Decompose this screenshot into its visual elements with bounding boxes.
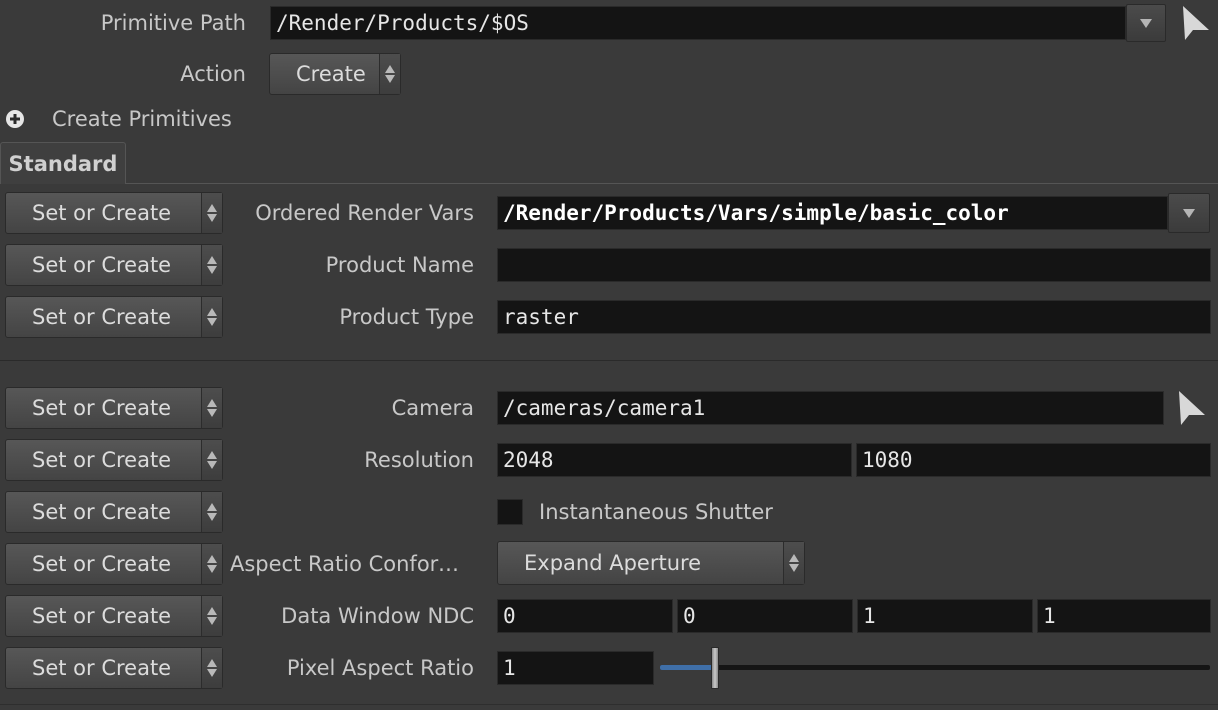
set-or-create-menu[interactable]: Set or Create (5, 387, 223, 429)
aspect-ratio-conform-value: Expand Aperture (524, 551, 702, 575)
pointer-arrow-icon[interactable] (1176, 389, 1208, 432)
section-divider (0, 360, 1218, 361)
action-value: Create (296, 62, 366, 86)
pixel-aspect-ratio-label: Pixel Aspect Ratio (286, 656, 474, 680)
resolution-height-input[interactable]: 1080 (856, 443, 1211, 477)
updown-arrows-icon (201, 648, 222, 688)
product-name-input[interactable] (497, 248, 1211, 282)
pixel-aspect-ratio-slider-handle[interactable] (711, 647, 719, 689)
set-or-create-menu[interactable]: Set or Create (5, 595, 223, 637)
product-type-input[interactable]: raster (497, 300, 1211, 334)
pixel-aspect-ratio-slider-fill (660, 665, 715, 670)
updown-arrows-icon (201, 440, 222, 480)
data-window-ndc-label: Data Window NDC (281, 604, 474, 628)
primitive-path-input[interactable]: /Render/Products/$OS (270, 6, 1126, 40)
updown-arrows-icon (783, 542, 804, 584)
set-or-create-label: Set or Create (32, 448, 172, 472)
action-label: Action (180, 62, 246, 86)
ordered-render-vars-dropdown-button[interactable] (1168, 193, 1210, 233)
resolution-label: Resolution (364, 448, 474, 472)
set-or-create-label: Set or Create (32, 552, 172, 576)
updown-arrows-icon (201, 544, 222, 584)
set-or-create-label: Set or Create (32, 201, 172, 225)
chevron-down-icon (1183, 208, 1195, 218)
pixel-aspect-ratio-input[interactable]: 1 (497, 651, 654, 685)
pixel-aspect-ratio-slider-track[interactable] (660, 665, 1210, 670)
updown-arrows-icon (201, 193, 222, 233)
set-or-create-menu[interactable]: Set or Create (5, 296, 223, 338)
set-or-create-menu[interactable]: Set or Create (5, 244, 223, 286)
updown-arrows-icon (379, 54, 400, 94)
ordered-render-vars-label: Ordered Render Vars (255, 201, 474, 225)
set-or-create-label: Set or Create (32, 305, 172, 329)
primitive-path-label: Primitive Path (100, 11, 246, 35)
primitive-path-dropdown-button[interactable] (1126, 4, 1166, 42)
product-name-label: Product Name (325, 253, 474, 277)
create-primitives-label[interactable]: Create Primitives (52, 102, 232, 136)
tab-panel-border (126, 183, 1218, 184)
set-or-create-label: Set or Create (32, 500, 172, 524)
updown-arrows-icon (201, 297, 222, 337)
camera-label: Camera (391, 396, 474, 420)
resolution-width-input[interactable]: 2048 (497, 443, 852, 477)
data-window-xmax-input[interactable]: 1 (857, 599, 1033, 633)
plus-circle-icon[interactable] (5, 109, 25, 134)
aspect-ratio-conform-menu[interactable]: Expand Aperture (497, 541, 805, 585)
set-or-create-menu[interactable]: Set or Create (5, 439, 223, 481)
tab-standard[interactable]: Standard (0, 142, 126, 184)
ordered-render-vars-input[interactable]: /Render/Products/Vars/simple/basic_color (497, 196, 1168, 230)
camera-input[interactable]: /cameras/camera1 (497, 391, 1164, 425)
chevron-down-icon (1140, 18, 1152, 28)
set-or-create-menu[interactable]: Set or Create (5, 543, 223, 585)
action-menu[interactable]: Create (269, 53, 401, 95)
data-window-ymax-input[interactable]: 1 (1037, 599, 1211, 633)
updown-arrows-icon (201, 596, 222, 636)
updown-arrows-icon (201, 388, 222, 428)
set-or-create-label: Set or Create (32, 396, 172, 420)
bottom-divider (0, 704, 1218, 705)
updown-arrows-icon (201, 492, 222, 532)
pointer-arrow-icon[interactable] (1180, 4, 1212, 47)
set-or-create-menu[interactable]: Set or Create (5, 491, 223, 533)
instantaneous-shutter-checkbox[interactable] (497, 499, 523, 525)
set-or-create-label: Set or Create (32, 656, 172, 680)
data-window-xmin-input[interactable]: 0 (497, 599, 673, 633)
set-or-create-label: Set or Create (32, 253, 172, 277)
aspect-ratio-conform-label: Aspect Ratio Conform… (230, 552, 474, 576)
data-window-ymin-input[interactable]: 0 (677, 599, 853, 633)
set-or-create-menu[interactable]: Set or Create (5, 647, 223, 689)
instantaneous-shutter-label: Instantaneous Shutter (539, 500, 773, 524)
product-type-label: Product Type (339, 305, 474, 329)
updown-arrows-icon (201, 245, 222, 285)
set-or-create-menu[interactable]: Set or Create (5, 192, 223, 234)
set-or-create-label: Set or Create (32, 604, 172, 628)
